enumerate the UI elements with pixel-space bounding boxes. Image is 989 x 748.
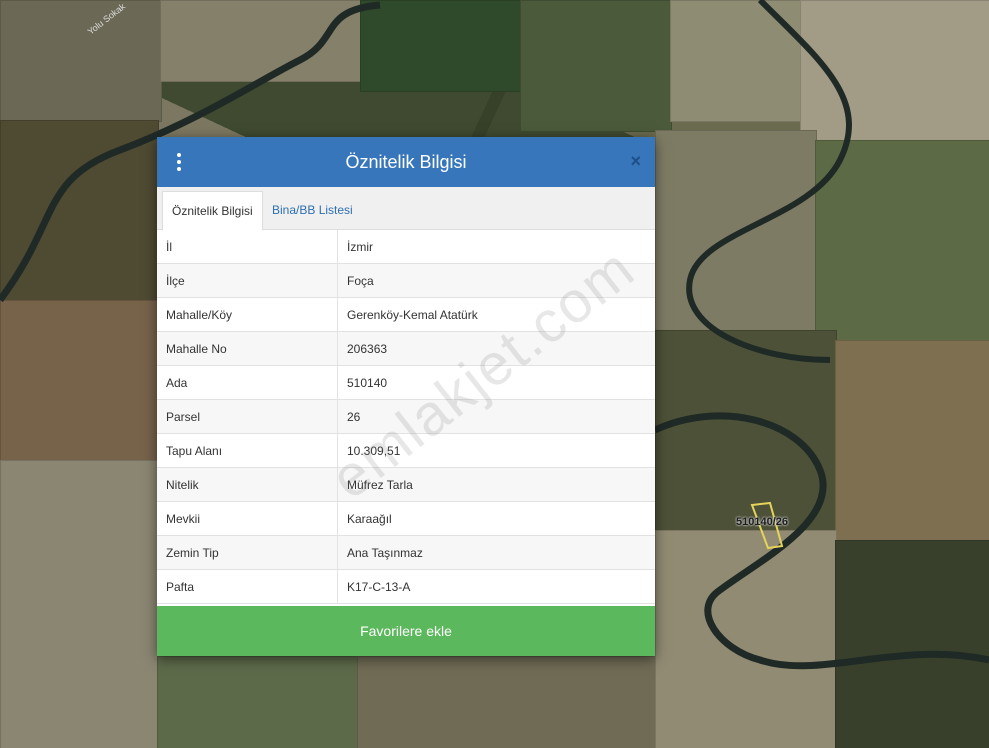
parcel-label[interactable]: 510140/26 [736,516,788,528]
row-key: Ada [157,365,338,400]
row-key: Mevkii [157,501,338,536]
row-key: İl [157,230,338,264]
table-row: Ada 510140 [157,365,655,400]
table-row: İl İzmir [157,230,655,264]
table-row: Nitelik Müfrez Tarla [157,467,655,502]
row-key: Pafta [157,569,338,604]
river-channel [653,412,989,670]
attribute-info-modal: Öznitelik Bilgisi × Öznitelik Bilgisi Bi… [157,137,655,656]
row-value: Gerenköy-Kemal Atatürk [337,297,655,332]
tab-attribute-info[interactable]: Öznitelik Bilgisi [162,191,263,231]
row-key: Tapu Alanı [157,433,338,468]
kebab-menu-icon[interactable] [176,153,182,171]
row-key: Mahalle/Köy [157,297,338,332]
row-key: Zemin Tip [157,535,338,570]
row-key: Mahalle No [157,331,338,366]
row-key: İlçe [157,263,338,298]
row-value: 206363 [337,331,655,366]
table-row: Mevkii Karaağıl [157,501,655,536]
tab-building-list[interactable]: Bina/BB Listesi [263,191,362,229]
table-row: Tapu Alanı 10.309,51 [157,433,655,468]
table-row: Mahalle/Köy Gerenköy-Kemal Atatürk [157,297,655,332]
row-value: Ana Taşınmaz [337,535,655,570]
row-value: 510140 [337,365,655,400]
table-row: Pafta K17-C-13-A [157,569,655,604]
attribute-table: İl İzmir İlçe Foça Mahalle/Köy Gerenköy-Kem… [157,230,655,604]
table-row: İlçe Foça [157,263,655,298]
table-row: Parsel 26 [157,399,655,434]
row-value: K17-C-13-A [337,569,655,604]
row-value: Karaağıl [337,501,655,536]
tab-bar: Öznitelik Bilgisi Bina/BB Listesi [157,187,655,231]
row-key: Nitelik [157,467,338,502]
row-value: İzmir [337,230,655,264]
row-value: Foça [337,263,655,298]
row-key: Parsel [157,399,338,434]
row-value: Müfrez Tarla [337,467,655,502]
close-icon[interactable]: × [630,151,641,172]
river-channel [686,0,852,363]
add-to-favorites-button[interactable]: Favorilere ekle [157,606,655,656]
modal-header: Öznitelik Bilgisi × [157,137,655,187]
row-value: 26 [337,399,655,434]
row-value: 10.309,51 [337,433,655,468]
modal-title: Öznitelik Bilgisi [345,151,467,172]
table-row: Mahalle No 206363 [157,331,655,366]
table-row: Zemin Tip Ana Taşınmaz [157,535,655,570]
